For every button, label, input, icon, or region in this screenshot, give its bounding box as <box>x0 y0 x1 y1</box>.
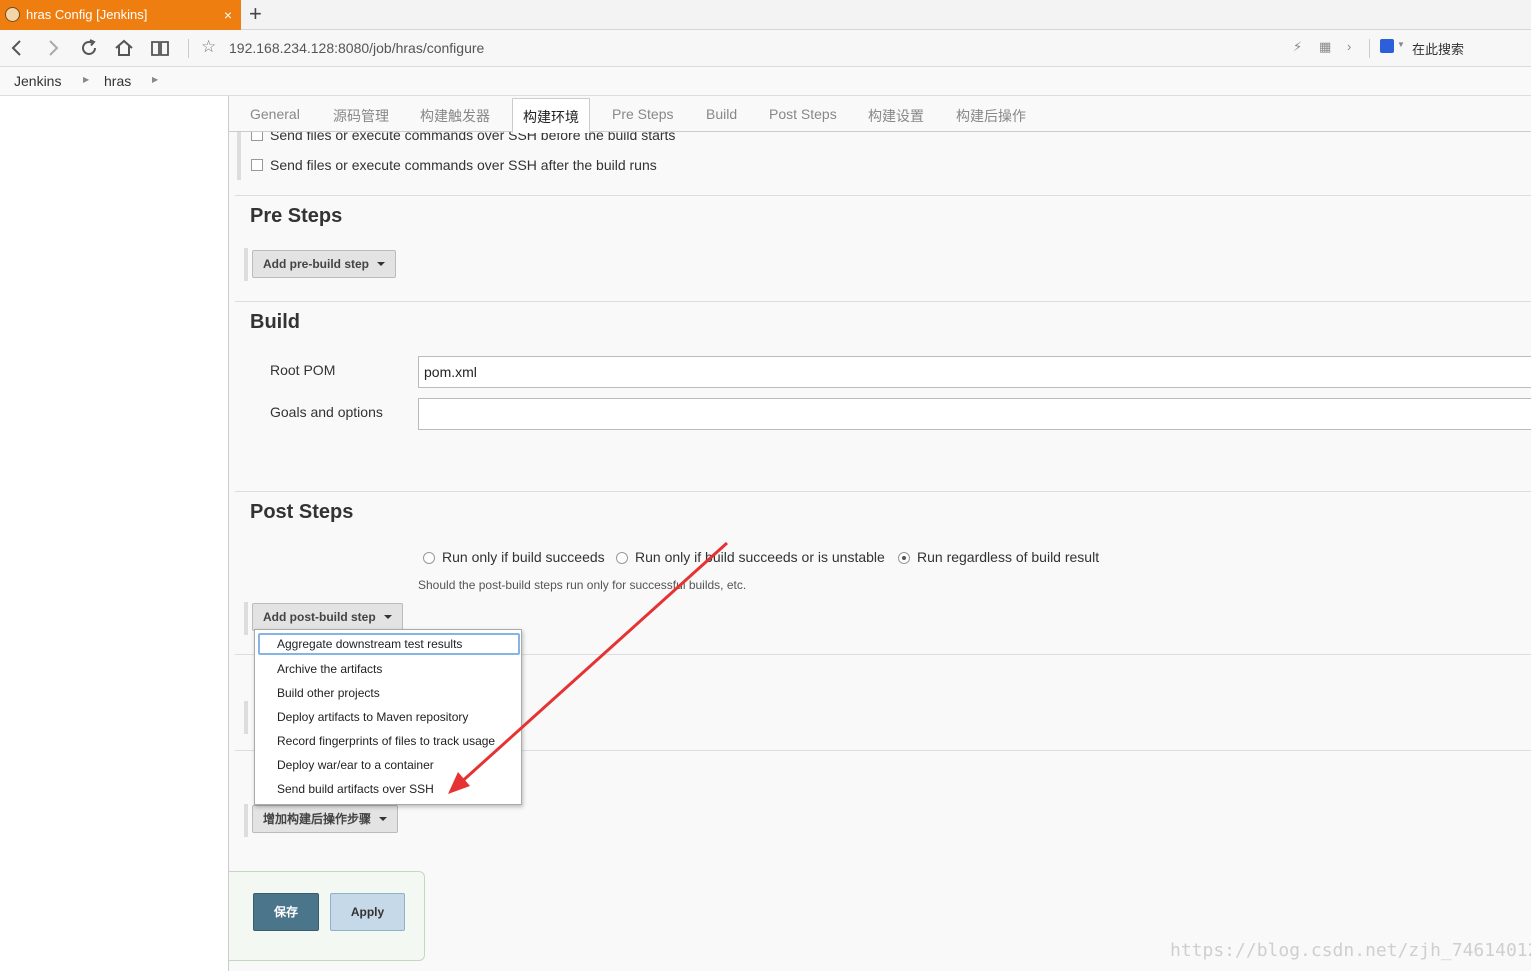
menu-item-deploy-maven[interactable]: Deploy artifacts to Maven repository <box>255 706 521 728</box>
pre-steps-title: Pre Steps <box>250 205 343 227</box>
home-icon[interactable] <box>112 36 136 60</box>
side-panel <box>0 96 229 971</box>
radio-label: Run only if build succeeds <box>442 549 605 565</box>
breadcrumb-hras[interactable]: hras <box>104 73 131 89</box>
menu-item-fingerprints[interactable]: Record fingerprints of files to track us… <box>255 730 521 752</box>
checkbox[interactable] <box>251 159 263 171</box>
url-field[interactable]: 192.168.234.128:8080/job/hras/configure <box>229 40 484 56</box>
breadcrumb-arrow-icon[interactable]: ▶ <box>152 75 158 84</box>
goals-input[interactable] <box>418 398 1531 430</box>
tab-build-settings[interactable]: 构建设置 <box>868 106 924 126</box>
address-bar: ☆ 192.168.234.128:8080/job/hras/configur… <box>0 30 1531 67</box>
section-indent-bar <box>244 804 248 837</box>
section-indent-bar <box>244 248 248 281</box>
radio-label: Run only if build succeeds or is unstabl… <box>635 549 885 565</box>
add-pre-build-step-button[interactable]: Add pre-build step <box>252 250 396 278</box>
back-icon[interactable] <box>5 36 29 60</box>
breadcrumb: Jenkins ▶ hras ▶ <box>0 67 1531 96</box>
caret-down-icon <box>377 262 385 266</box>
add-post-build-step-label: Add post-build step <box>263 610 376 624</box>
toolbar-divider <box>1369 39 1370 58</box>
breadcrumb-arrow-icon[interactable]: ▶ <box>83 75 89 84</box>
save-button[interactable]: 保存 <box>253 893 319 931</box>
browser-tab[interactable]: hras Config [Jenkins] × <box>0 0 241 30</box>
root-pom-input[interactable] <box>418 356 1531 388</box>
tab-post-steps[interactable]: Post Steps <box>769 106 837 122</box>
radio-regardless[interactable]: Run regardless of build result <box>898 549 1099 565</box>
add-post-build-action-label: 增加构建后操作步骤 <box>263 812 372 826</box>
apply-button[interactable]: Apply <box>330 893 405 931</box>
menu-item-archive[interactable]: Archive the artifacts <box>255 658 521 680</box>
section-divider <box>235 301 1531 302</box>
add-post-build-action-button[interactable]: 增加构建后操作步骤 <box>252 805 399 833</box>
lightning-icon[interactable]: ⚡ <box>1293 39 1302 55</box>
section-divider <box>235 491 1531 492</box>
config-main: General 源码管理 构建触发器 构建环境 Pre Steps Build … <box>229 96 1531 971</box>
forward-icon[interactable] <box>41 36 65 60</box>
ssh-after-checkbox-row[interactable]: Send files or execute commands over SSH … <box>251 157 657 173</box>
tab-pre-steps[interactable]: Pre Steps <box>612 106 673 122</box>
chevron-down-icon[interactable]: ▼ <box>1397 40 1405 49</box>
radio-button[interactable] <box>423 552 435 564</box>
menu-item-send-ssh[interactable]: Send build artifacts over SSH <box>255 778 521 800</box>
tab-general[interactable]: General <box>250 106 300 122</box>
watermark: https://blog.csdn.net/zjh_746140129 <box>1170 940 1531 961</box>
config-tab-bar: General 源码管理 构建触发器 构建环境 Pre Steps Build … <box>229 96 1531 133</box>
browser-tab-title: hras Config [Jenkins] <box>26 7 148 22</box>
radio-button-selected[interactable] <box>898 552 910 564</box>
ssh-after-label: Send files or execute commands over SSH … <box>270 157 657 173</box>
radio-button[interactable] <box>616 552 628 564</box>
radio-succeeds-or-unstable[interactable]: Run only if build succeeds or is unstabl… <box>616 549 885 565</box>
radio-label: Run regardless of build result <box>917 549 1100 565</box>
post-steps-help-text: Should the post-build steps run only for… <box>418 578 747 592</box>
browser-tab-bar: hras Config [Jenkins] × + <box>0 0 1531 30</box>
goals-label: Goals and options <box>270 404 383 420</box>
add-pre-build-step-label: Add pre-build step <box>263 257 369 271</box>
reload-icon[interactable] <box>77 36 101 60</box>
menu-item-build-other[interactable]: Build other projects <box>255 682 521 704</box>
jenkins-favicon-icon <box>5 7 20 22</box>
caret-down-icon <box>379 817 388 821</box>
menu-item-aggregate[interactable]: Aggregate downstream test results <box>258 633 520 655</box>
build-title: Build <box>250 311 300 333</box>
qr-code-icon[interactable]: ▦ <box>1319 39 1331 55</box>
tab-build[interactable]: Build <box>706 106 737 122</box>
close-tab-icon[interactable]: × <box>224 0 232 30</box>
bookmark-star-icon[interactable]: ☆ <box>201 37 216 57</box>
post-build-step-menu: Aggregate downstream test results Archiv… <box>254 629 522 805</box>
new-tab-button[interactable]: + <box>249 2 262 26</box>
chevron-right-icon[interactable]: › <box>1347 39 1351 54</box>
tab-post-build[interactable]: 构建后操作 <box>956 106 1026 126</box>
add-post-build-step-button[interactable]: Add post-build step <box>252 603 403 631</box>
search-input[interactable]: 在此搜索 <box>1412 39 1464 58</box>
search-engine-icon[interactable] <box>1380 39 1394 53</box>
section-indent-bar <box>237 126 241 180</box>
root-pom-label: Root POM <box>270 362 336 378</box>
save-apply-panel: 保存 Apply <box>229 871 425 961</box>
reading-list-icon[interactable] <box>148 36 172 60</box>
toolbar-divider <box>188 39 189 58</box>
section-indent-bar <box>244 701 248 734</box>
caret-down-icon <box>383 615 392 619</box>
breadcrumb-jenkins[interactable]: Jenkins <box>14 73 61 89</box>
section-indent-bar <box>244 602 248 635</box>
radio-build-succeeds[interactable]: Run only if build succeeds <box>423 549 605 565</box>
menu-item-deploy-war[interactable]: Deploy war/ear to a container <box>255 754 521 776</box>
tab-scm[interactable]: 源码管理 <box>333 106 389 126</box>
tab-triggers[interactable]: 构建触发器 <box>420 106 490 126</box>
tab-build-env[interactable]: 构建环境 <box>512 98 590 133</box>
section-divider <box>235 195 1531 196</box>
post-steps-title: Post Steps <box>250 501 354 523</box>
